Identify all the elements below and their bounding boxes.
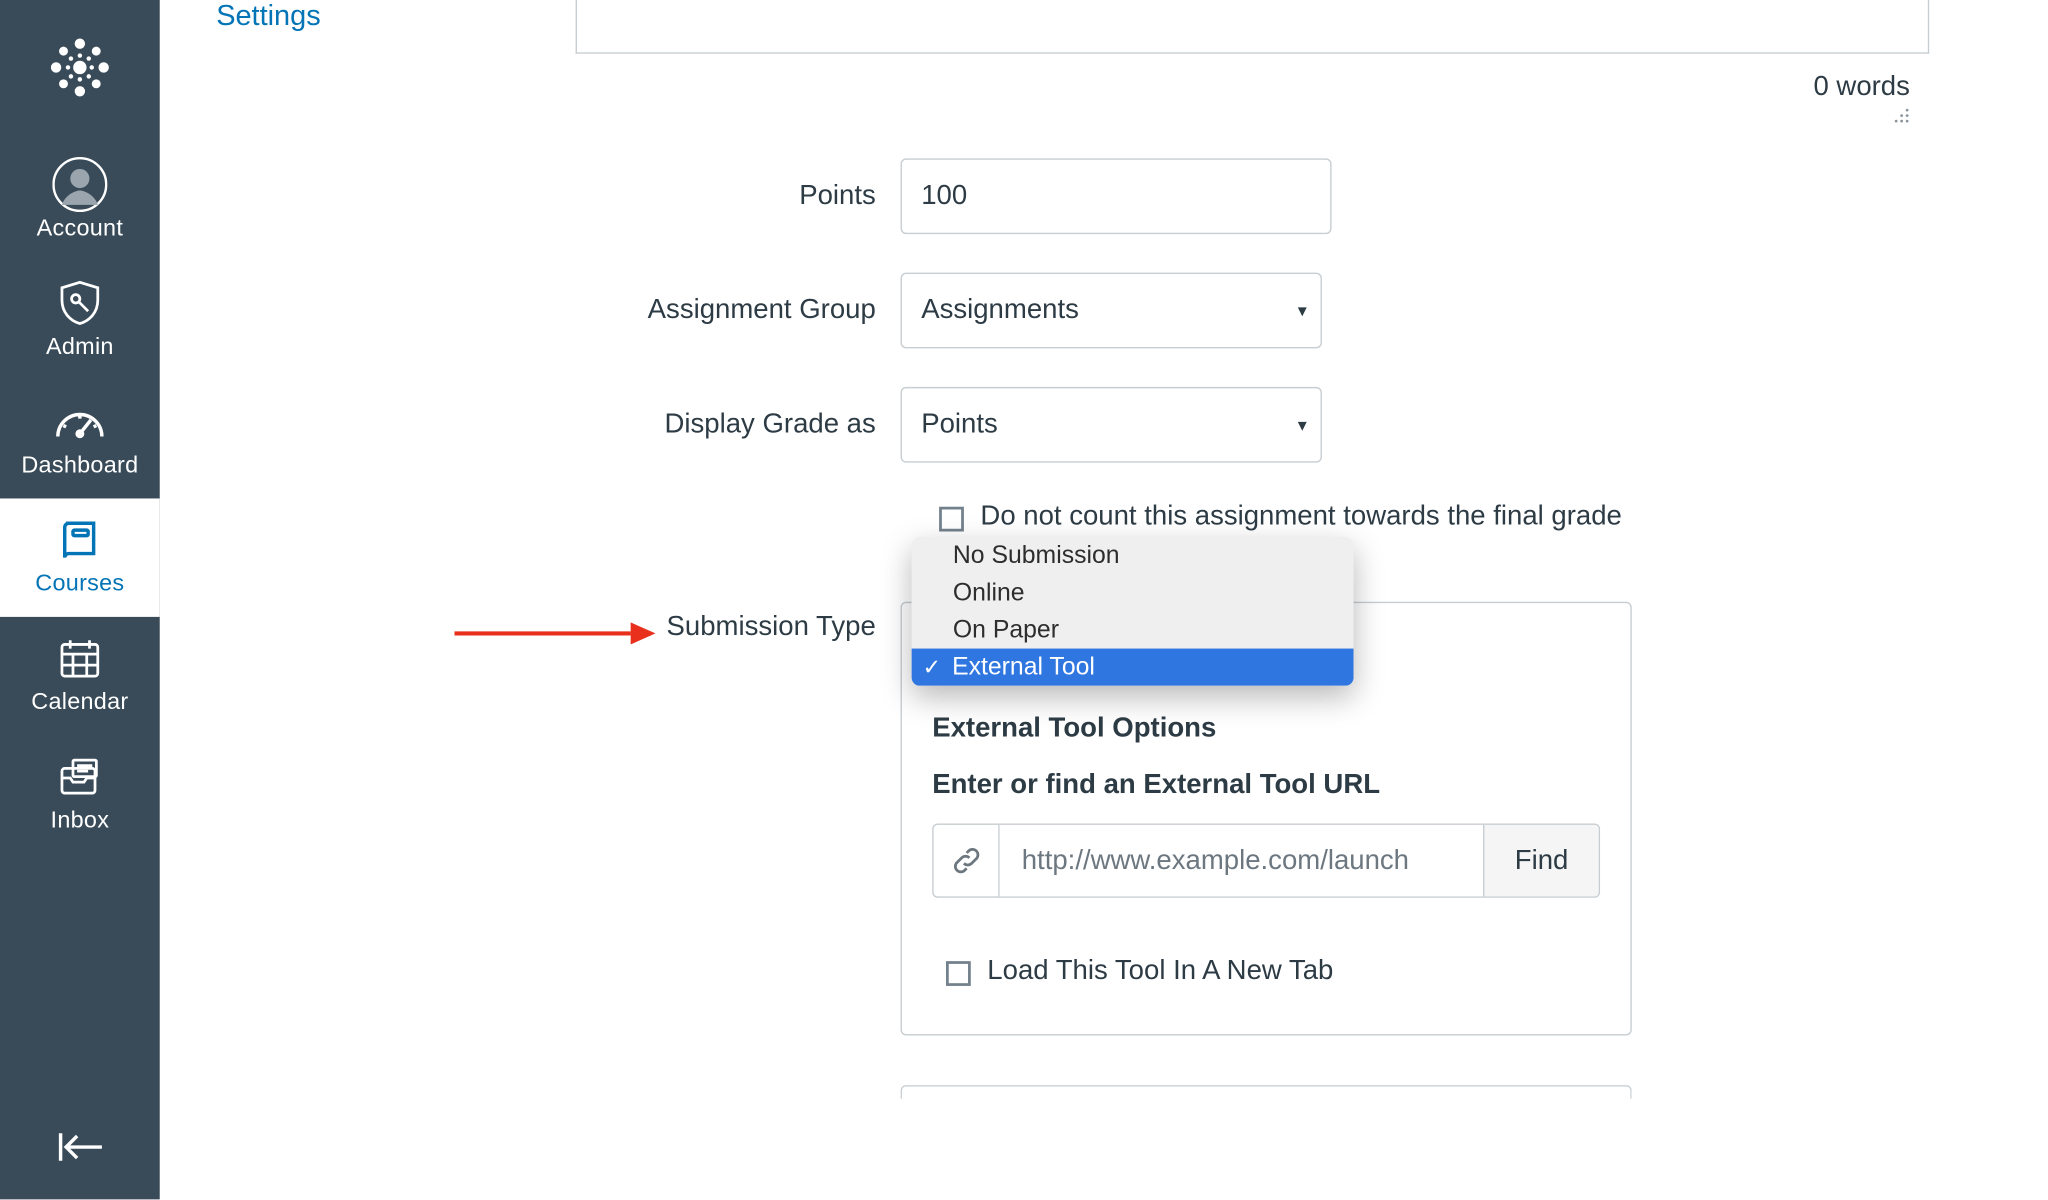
word-count: 0 words <box>1813 72 1909 104</box>
external-tool-url-input[interactable] <box>1000 825 1483 897</box>
dropdown-option-label: External Tool <box>952 653 1095 682</box>
nav-label: Admin <box>46 333 114 361</box>
calendar-icon <box>52 631 107 686</box>
nav-label: Account <box>37 215 124 243</box>
check-icon: ✓ <box>923 653 941 681</box>
assignment-group-label: Assignment Group <box>576 295 901 327</box>
no-count-row: Do not count this assignment towards the… <box>901 501 1930 533</box>
nav-calendar[interactable]: Calendar <box>0 617 160 735</box>
canvas-logo <box>43 30 117 104</box>
nav-inbox[interactable]: Inbox <box>0 735 160 853</box>
display-grade-row: Display Grade as Points ▾ <box>576 387 1930 463</box>
no-count-label: Do not count this assignment towards the… <box>980 501 1621 533</box>
nav-label: Inbox <box>51 807 110 835</box>
chevron-down-icon: ▾ <box>1298 414 1307 436</box>
nav-courses[interactable]: Courses <box>0 498 160 616</box>
link-icon <box>934 825 1000 897</box>
submission-type-dropdown: No Submission Online On Paper ✓ External… <box>912 537 1354 686</box>
new-tab-row: Load This Tool In A New Tab <box>932 956 1600 988</box>
nav-account[interactable]: Account <box>0 143 160 261</box>
dropdown-option-external-tool[interactable]: ✓ External Tool <box>912 649 1354 686</box>
display-grade-select[interactable]: Points ▾ <box>901 387 1322 463</box>
assignment-group-row: Assignment Group Assignments ▾ <box>576 273 1930 349</box>
nav-admin[interactable]: Admin <box>0 262 160 380</box>
points-label: Points <box>576 180 901 212</box>
nav-label: Dashboard <box>21 452 138 480</box>
assignment-group-select[interactable]: Assignments ▾ <box>901 273 1322 349</box>
external-tool-url-group: Find <box>932 823 1600 897</box>
global-nav: Account Admin Dashboard Courses Calendar… <box>0 0 160 1199</box>
find-external-tool-button[interactable]: Find <box>1483 825 1599 897</box>
rich-text-editor[interactable] <box>576 0 1930 54</box>
nav-dashboard[interactable]: Dashboard <box>0 380 160 498</box>
dropdown-option-no-submission[interactable]: No Submission <box>912 537 1354 574</box>
points-input[interactable] <box>901 158 1332 234</box>
external-tool-options-heading: External Tool Options <box>932 713 1600 745</box>
shield-key-icon <box>52 275 107 330</box>
assignment-group-value: Assignments <box>921 295 1079 327</box>
nav-label: Courses <box>35 570 124 598</box>
user-circle-icon <box>52 157 107 212</box>
new-tab-label: Load This Tool In A New Tab <box>987 956 1333 988</box>
chevron-down-icon: ▾ <box>1298 299 1307 321</box>
next-panel <box>901 1085 1632 1099</box>
editor-resize-grip-icon[interactable] <box>1893 107 1910 124</box>
dropdown-option-online[interactable]: Online <box>912 574 1354 611</box>
points-row: Points <box>576 158 1930 234</box>
no-count-checkbox[interactable] <box>939 506 964 531</box>
dropdown-option-on-paper[interactable]: On Paper <box>912 611 1354 648</box>
external-tool-url-label: Enter or find an External Tool URL <box>932 770 1600 802</box>
gauge-icon <box>52 394 107 449</box>
nav-label: Calendar <box>31 689 128 717</box>
annotation-arrow-icon <box>454 620 655 648</box>
inbox-icon <box>52 749 107 804</box>
book-icon <box>52 512 107 567</box>
course-nav-settings-link[interactable]: Settings <box>216 0 321 33</box>
new-tab-checkbox[interactable] <box>946 960 971 985</box>
collapse-nav-button[interactable] <box>0 1095 160 1200</box>
display-grade-label: Display Grade as <box>576 409 901 441</box>
display-grade-value: Points <box>921 409 998 441</box>
